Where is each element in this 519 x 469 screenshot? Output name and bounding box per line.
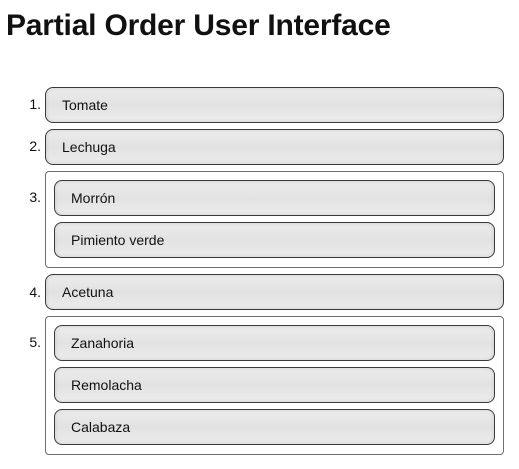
page: Partial Order User Interface 1. Tomate 2… [0, 0, 519, 469]
rank-number-1: 1. [29, 96, 41, 112]
page-title: Partial Order User Interface [6, 9, 391, 42]
rank-number-4: 4. [29, 284, 41, 300]
order-item-pimiento-verde[interactable]: Pimiento verde [54, 222, 495, 258]
rank-number-3: 3. [29, 189, 41, 205]
order-item-tomate[interactable]: Tomate [45, 87, 504, 123]
order-item-zanahoria[interactable]: Zanahoria [54, 325, 495, 361]
order-item-lechuga[interactable]: Lechuga [45, 129, 504, 165]
order-item-calabaza[interactable]: Calabaza [54, 409, 495, 445]
order-item-acetuna[interactable]: Acetuna [45, 274, 504, 310]
rank-number-2: 2. [29, 138, 41, 154]
order-item-morron[interactable]: Morrón [54, 180, 495, 216]
order-item-remolacha[interactable]: Remolacha [54, 367, 495, 403]
rank-number-5: 5. [29, 334, 41, 350]
